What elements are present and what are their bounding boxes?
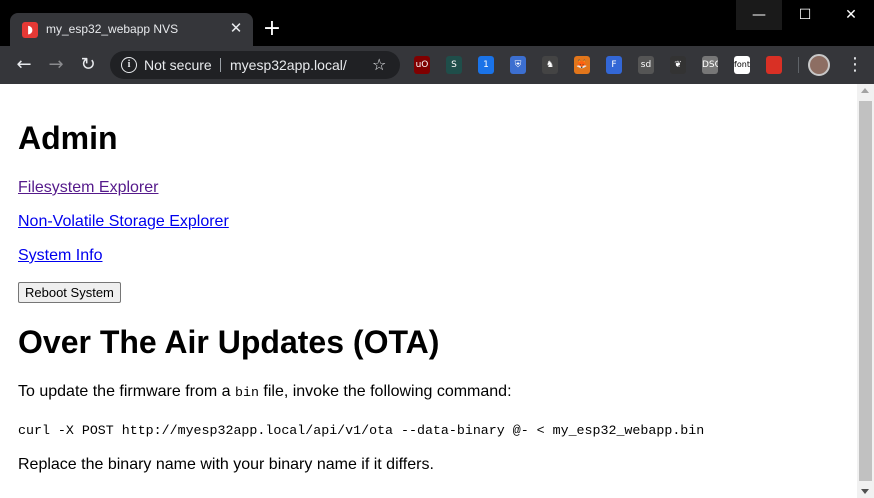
- filesystem-explorer-link[interactable]: Filesystem Explorer: [18, 179, 158, 197]
- menu-kebab-icon[interactable]: ⋮: [846, 54, 864, 76]
- profile-avatar[interactable]: [808, 54, 830, 76]
- new-tab-button[interactable]: +: [261, 18, 283, 40]
- scroll-down-arrow-icon[interactable]: [861, 489, 869, 494]
- omnibox-divider: [220, 58, 221, 72]
- admin-heading: Admin: [18, 120, 118, 156]
- color-ext-icon[interactable]: [766, 56, 782, 74]
- stylus-icon[interactable]: S: [446, 56, 462, 74]
- toolbar-divider: [798, 57, 799, 73]
- vertical-scrollbar[interactable]: [857, 84, 874, 498]
- tab-close-icon[interactable]: ✕: [226, 18, 246, 38]
- reload-icon[interactable]: ↻: [76, 53, 100, 77]
- onepassword-icon[interactable]: 1: [478, 56, 494, 74]
- ota-heading: Over The Air Updates (OTA): [18, 324, 440, 360]
- ublock-icon[interactable]: uO: [414, 56, 430, 74]
- f-ext-icon[interactable]: F: [606, 56, 622, 74]
- std-ext-icon[interactable]: sd: [638, 56, 654, 74]
- nvs-explorer-link[interactable]: Non-Volatile Storage Explorer: [18, 213, 229, 231]
- close-window-button[interactable]: ✕: [828, 0, 874, 30]
- ghost-ext-icon[interactable]: ♞: [542, 56, 558, 74]
- ota-intro-after: file, invoke the following command:: [258, 383, 512, 400]
- bookmark-star-icon[interactable]: ☆: [372, 55, 386, 75]
- back-arrow-icon[interactable]: ←: [12, 53, 36, 77]
- forward-arrow-icon[interactable]: →: [44, 53, 68, 77]
- metamask-icon[interactable]: 🦊: [574, 56, 590, 74]
- feather-ext-icon[interactable]: ❦: [670, 56, 686, 74]
- ota-command: curl -X POST http://myesp32app.local/api…: [18, 423, 705, 438]
- info-icon[interactable]: i: [121, 57, 137, 73]
- favicon-icon: ◗: [22, 22, 38, 38]
- page-viewport: Admin Filesystem Explorer Non-Volatile S…: [0, 84, 874, 498]
- ota-note-text: Replace the binary name with your binary…: [18, 456, 434, 473]
- reboot-system-button[interactable]: Reboot System: [18, 282, 121, 303]
- ota-intro-text: To update the firmware from a bin file, …: [18, 383, 512, 401]
- font-ext-icon[interactable]: font: [734, 56, 750, 74]
- scroll-up-arrow-icon[interactable]: [861, 88, 869, 93]
- bitwarden-icon[interactable]: ⛨: [510, 56, 526, 74]
- browser-toolbar: ← → ↻ i Not secure myesp32app.local/ ☆ u…: [0, 46, 874, 84]
- browser-tab[interactable]: ◗ my_esp32_webapp NVS ✕: [10, 13, 253, 46]
- address-bar[interactable]: i Not secure myesp32app.local/ ☆: [110, 51, 400, 79]
- url-text[interactable]: myesp32app.local/: [230, 57, 347, 73]
- scroll-thumb[interactable]: [859, 101, 872, 481]
- browser-titlebar: ◗ my_esp32_webapp NVS ✕ + — ☐ ✕: [0, 0, 874, 46]
- dsc-ext-icon[interactable]: DSC: [702, 56, 718, 74]
- system-info-link[interactable]: System Info: [18, 247, 102, 265]
- minimize-button[interactable]: —: [736, 0, 782, 30]
- bin-code: bin: [234, 385, 259, 400]
- ota-intro-before: To update the firmware from a: [18, 383, 235, 400]
- security-label[interactable]: Not secure: [144, 57, 212, 73]
- tab-title: my_esp32_webapp NVS: [46, 22, 179, 36]
- maximize-button[interactable]: ☐: [782, 0, 828, 30]
